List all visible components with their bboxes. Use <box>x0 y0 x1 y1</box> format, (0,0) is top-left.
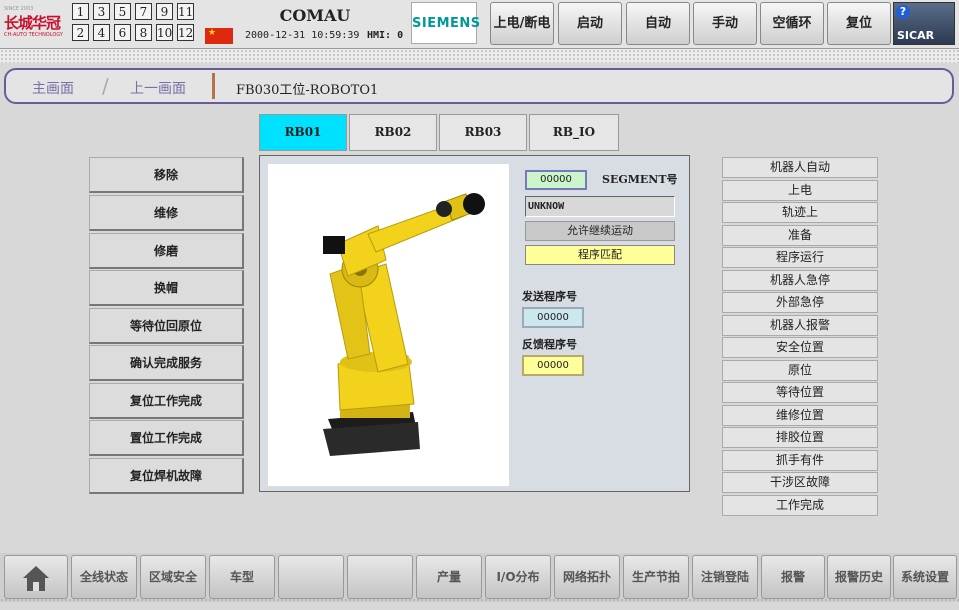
home-screen-link[interactable]: 主画面 <box>32 78 74 98</box>
nav-alarm-history[interactable]: 报警历史 <box>827 555 891 599</box>
tab-rb03[interactable]: RB03 <box>439 114 527 151</box>
help-icon[interactable]: ? <box>896 5 910 19</box>
page-title: FB030工位-ROBOTO1 <box>236 83 379 98</box>
tab-rb-io[interactable]: RB_IO <box>529 114 619 151</box>
breadcrumb: 主画面 / 上一画面 FB030工位-ROBOTO1 <box>4 68 954 104</box>
station-8[interactable]: 8 <box>135 24 152 41</box>
feedback-program-label: 反馈程序号 <box>522 338 577 351</box>
status-gripper-part-present: 抓手有件 <box>722 450 878 471</box>
remove-button[interactable]: 移除 <box>89 157 244 193</box>
tab-rb01[interactable]: RB01 <box>259 114 347 151</box>
breadcrumb-separator: / <box>102 74 109 98</box>
bottom-divider <box>0 598 959 602</box>
start-button[interactable]: 启动 <box>558 2 622 45</box>
nav-area-safety[interactable]: 区域安全 <box>140 555 206 599</box>
power-toggle-button[interactable]: 上电/断电 <box>490 2 554 45</box>
segment-number-value: 00000 <box>525 170 587 190</box>
status-maintenance-position: 维修位置 <box>722 405 878 426</box>
home-button[interactable] <box>4 555 68 599</box>
station-2[interactable]: 2 <box>72 24 89 41</box>
status-glue-purge-position: 排胶位置 <box>722 427 878 448</box>
auto-mode-button[interactable]: 自动 <box>626 2 690 45</box>
send-program-label: 发送程序号 <box>522 290 577 303</box>
nav-vehicle-model[interactable]: 车型 <box>209 555 275 599</box>
nav-alarms[interactable]: 报警 <box>761 555 825 599</box>
station-10[interactable]: 10 <box>156 24 173 41</box>
manual-mode-button[interactable]: 手动 <box>693 2 757 45</box>
status-ready: 准备 <box>722 225 878 246</box>
nav-io-map[interactable]: I/O分布 <box>485 555 551 599</box>
station-4[interactable]: 4 <box>93 24 110 41</box>
china-flag-icon[interactable]: ★ <box>205 28 233 44</box>
header-divider <box>0 49 959 63</box>
wait-to-home-button[interactable]: 等待位回原位 <box>89 308 244 344</box>
station-3[interactable]: 3 <box>93 3 110 20</box>
nav-line-status[interactable]: 全线状态 <box>71 555 137 599</box>
status-wait-position: 等待位置 <box>722 382 878 403</box>
reset-button[interactable]: 复位 <box>827 2 891 45</box>
status-robot-auto: 机器人自动 <box>722 157 878 178</box>
set-work-done-button[interactable]: 置位工作完成 <box>89 420 244 456</box>
datetime-display: 2000-12-31 10:59:39 <box>245 30 360 41</box>
program-match-indicator: 程序匹配 <box>525 245 675 265</box>
logo-text: 长城华冠 <box>4 14 61 32</box>
status-on-path: 轨迹上 <box>722 202 878 223</box>
cap-change-button[interactable]: 换帽 <box>89 270 244 306</box>
home-icon <box>23 566 49 591</box>
allow-continue-indicator: 允许继续运动 <box>525 221 675 241</box>
sicar-button[interactable]: ? SICAR <box>893 2 955 45</box>
sicar-label: SICAR <box>897 29 935 42</box>
top-header: SINCE 2003 长城华冠 CH-AUTO TECHNOLOGY 1 3 5… <box>0 0 959 49</box>
robot-image <box>268 164 509 486</box>
segment-number-label: SEGMENT号 <box>602 173 678 186</box>
program-name-field: UNKNOW <box>525 196 675 217</box>
station-7[interactable]: 7 <box>135 3 152 20</box>
robot-detail-panel: 00000 SEGMENT号 UNKNOW 允许继续运动 程序匹配 发送程序号 … <box>259 155 690 492</box>
nav-production[interactable]: 产量 <box>416 555 482 599</box>
breadcrumb-divider <box>212 73 215 99</box>
station-12[interactable]: 12 <box>177 24 194 41</box>
status-safe-position: 安全位置 <box>722 337 878 358</box>
status-robot-alarm: 机器人报警 <box>722 315 878 336</box>
dry-run-button[interactable]: 空循环 <box>760 2 824 45</box>
status-robot-estop: 机器人急停 <box>722 270 878 291</box>
tip-dress-button[interactable]: 修磨 <box>89 233 244 269</box>
hmi-indicator: HMI: 0 <box>367 30 404 41</box>
station-1[interactable]: 1 <box>72 3 89 20</box>
confirm-service-button[interactable]: 确认完成服务 <box>89 345 244 381</box>
status-home-position: 原位 <box>722 360 878 381</box>
status-work-complete: 工作完成 <box>722 495 878 516</box>
previous-screen-link[interactable]: 上一画面 <box>130 78 186 98</box>
status-power-on: 上电 <box>722 180 878 201</box>
bottom-nav: 全线状态 区域安全 车型 产量 I/O分布 网络拓扑 生产节拍 注销登陆 报警 … <box>0 553 959 602</box>
status-program-running: 程序运行 <box>722 247 878 268</box>
company-logo: SINCE 2003 长城华冠 CH-AUTO TECHNOLOGY <box>4 4 68 42</box>
nav-cycle-time[interactable]: 生产节拍 <box>623 555 689 599</box>
station-11[interactable]: 11 <box>177 3 194 20</box>
reset-work-done-button[interactable]: 复位工作完成 <box>89 383 244 419</box>
brand-title: COMAU <box>279 6 351 25</box>
status-external-estop: 外部急停 <box>722 292 878 313</box>
station-9[interactable]: 9 <box>156 3 173 20</box>
status-interference-fault: 干涉区故障 <box>722 472 878 493</box>
logo-subtext: CH-AUTO TECHNOLOGY <box>4 32 63 38</box>
station-5[interactable]: 5 <box>114 3 131 20</box>
station-6[interactable]: 6 <box>114 24 131 41</box>
nav-empty-1[interactable] <box>278 555 344 599</box>
nav-system-settings[interactable]: 系统设置 <box>893 555 957 599</box>
nav-empty-2[interactable] <box>347 555 413 599</box>
nav-network-topology[interactable]: 网络拓扑 <box>554 555 620 599</box>
send-program-value: 00000 <box>522 307 584 328</box>
reset-welder-fault-button[interactable]: 复位焊机故障 <box>89 458 244 494</box>
tab-rb02[interactable]: RB02 <box>349 114 437 151</box>
feedback-program-value: 00000 <box>522 355 584 376</box>
maintenance-button[interactable]: 维修 <box>89 195 244 231</box>
siemens-logo: SIEMENS <box>411 2 480 44</box>
nav-logout[interactable]: 注销登陆 <box>692 555 758 599</box>
